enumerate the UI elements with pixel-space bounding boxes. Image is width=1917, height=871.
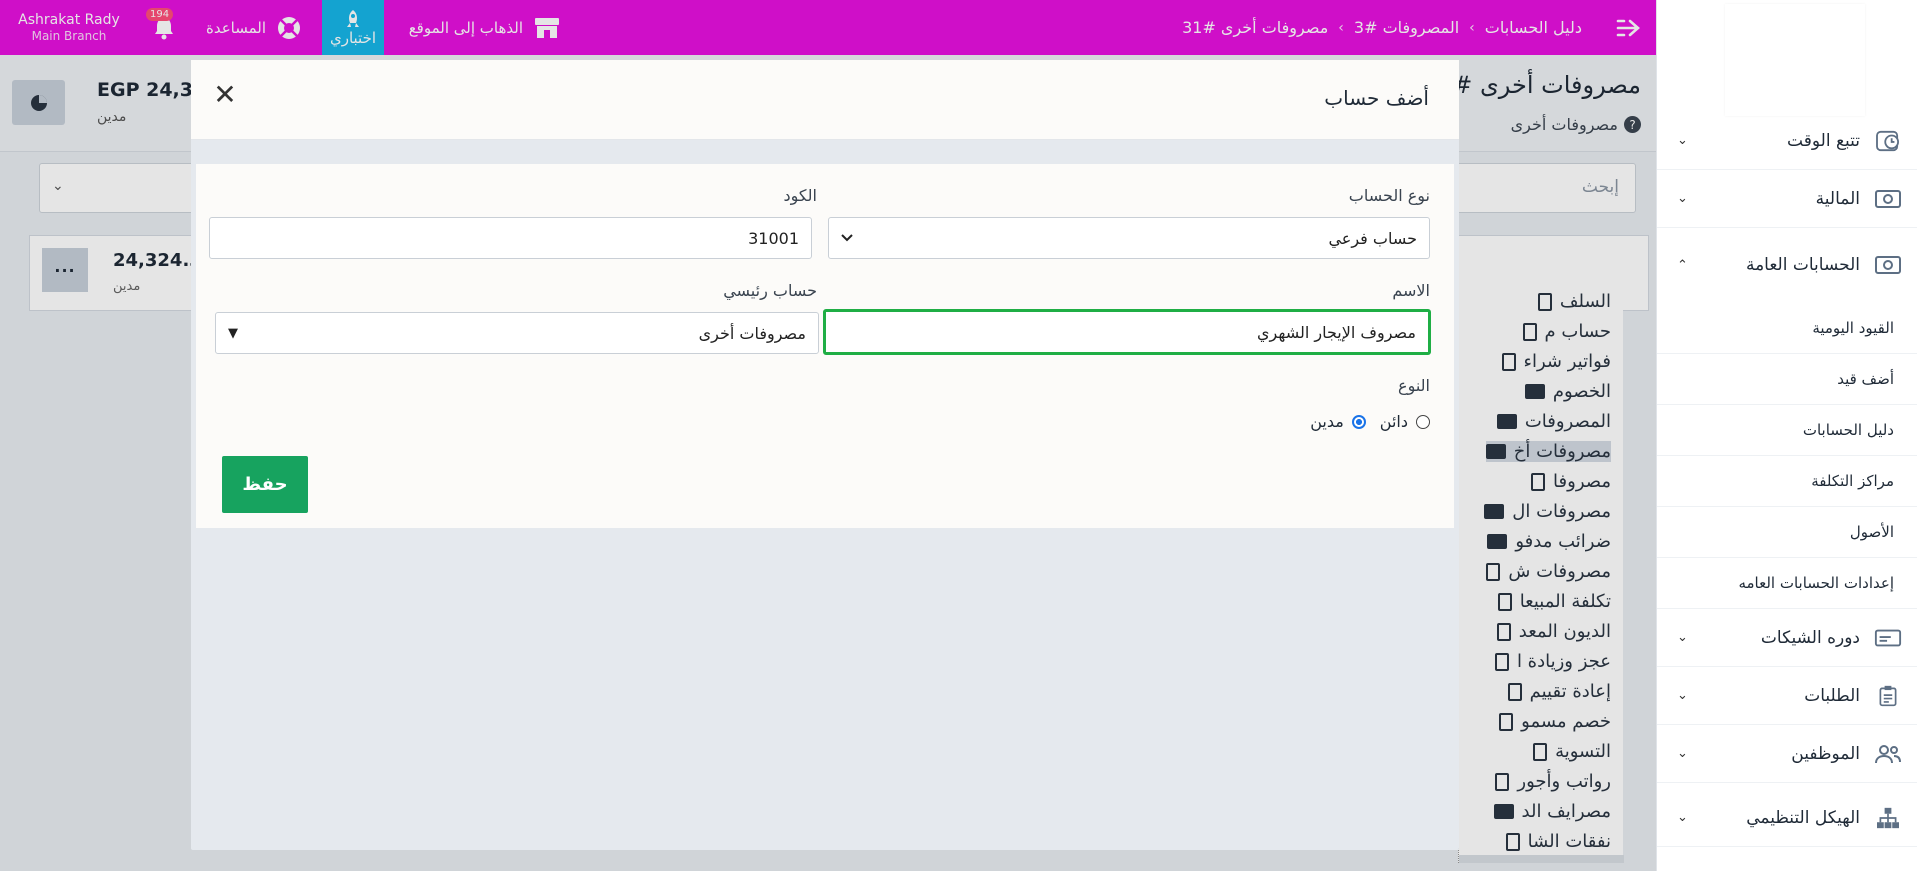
sidebar-subitem-assets[interactable]: الأصول — [1657, 507, 1917, 558]
parent-account-select[interactable]: مصروفات أخرى ▼ — [215, 312, 819, 354]
sidebar-item-requests[interactable]: الطلبات ⌄ — [1657, 667, 1917, 725]
company-logo[interactable] — [1725, 4, 1865, 116]
kind-label: النوع — [1398, 376, 1430, 395]
sidebar-subitem-accounts-settings[interactable]: إعدادات الحسابات العامه — [1657, 558, 1917, 609]
sidebar-item-finance[interactable]: المالية ⌄ — [1657, 170, 1917, 228]
name-field[interactable] — [823, 309, 1431, 355]
sidebar-subitem-cost-centers[interactable]: مراكز التكلفة — [1657, 456, 1917, 507]
account-type-label: نوع الحساب — [1348, 186, 1430, 205]
sidebar-item-label: المالية — [1815, 188, 1860, 209]
users-icon — [1875, 744, 1901, 763]
chevron-down-icon: ⌄ — [1677, 746, 1688, 761]
sidebar: تتبع الوقت ⌄ المالية ⌄ الحسابات العامة ⌃… — [1656, 0, 1917, 871]
chevron-up-icon: ⌃ — [1677, 257, 1688, 273]
chevron-down-icon: ⌄ — [1677, 133, 1688, 148]
credit-radio-option[interactable]: دائن — [1380, 412, 1430, 431]
code-field[interactable] — [209, 217, 812, 259]
name-label: الاسم — [1392, 281, 1430, 300]
clock-icon — [1876, 130, 1899, 151]
sidebar-item-label: الحسابات العامة — [1745, 255, 1860, 275]
add-account-modal: أضف حساب ✕ نوع الحساب حساب فرعي الكود ال… — [191, 60, 1459, 850]
money-icon — [1875, 189, 1901, 208]
account-type-value: حساب فرعي — [1328, 228, 1417, 248]
close-icon: ✕ — [213, 78, 237, 110]
parent-account-value: مصروفات أخرى — [698, 323, 806, 343]
sidebar-subitem-chart-of-accounts[interactable]: دليل الحسابات — [1657, 405, 1917, 456]
clipboard-icon — [1879, 685, 1897, 706]
chevron-down-icon: ⌄ — [1677, 630, 1688, 645]
sidebar-item-org-structure[interactable]: الهيكل التنظيمي ⌄ — [1657, 789, 1917, 847]
credit-radio[interactable] — [1416, 414, 1430, 429]
chevron-down-icon — [841, 234, 853, 242]
sidebar-item-time-tracking[interactable]: تتبع الوقت ⌄ — [1657, 112, 1917, 170]
code-label: الكود — [783, 186, 817, 205]
credit-radio-label: دائن — [1379, 412, 1408, 431]
sidebar-item-label: الهيكل التنظيمي — [1746, 807, 1860, 828]
sidebar-item-cheques-cycle[interactable]: دوره الشيكات ⌄ — [1657, 609, 1917, 667]
sidebar-item-label: الطلبات — [1804, 685, 1860, 706]
sidebar-subitem-journal-entries[interactable]: القيود اليومية — [1657, 303, 1917, 354]
sidebar-item-general-accounts[interactable]: الحسابات العامة ⌃ — [1657, 236, 1917, 294]
money-icon — [1875, 256, 1901, 274]
org-chart-icon — [1877, 807, 1899, 828]
debit-radio[interactable] — [1351, 414, 1366, 429]
chevron-down-icon: ⌄ — [1677, 810, 1688, 825]
caret-down-icon: ▼ — [228, 325, 238, 341]
chevron-down-icon: ⌄ — [1677, 191, 1688, 206]
account-type-select[interactable]: حساب فرعي — [828, 217, 1430, 259]
modal-header: أضف حساب ✕ — [191, 60, 1459, 140]
debit-radio-option[interactable]: مدين — [1310, 412, 1366, 431]
sidebar-item-label: دوره الشيكات — [1760, 627, 1860, 648]
modal-title: أضف حساب — [1324, 86, 1429, 110]
debit-radio-label: مدين — [1310, 412, 1344, 431]
save-button[interactable]: حفظ — [222, 456, 308, 513]
modal-form: نوع الحساب حساب فرعي الكود الاسم حساب رئ… — [196, 164, 1454, 528]
kind-radio-group: دائن مدين — [1310, 412, 1430, 431]
sidebar-item-label: الموظفين — [1791, 743, 1860, 764]
chevron-down-icon: ⌄ — [1677, 688, 1688, 703]
sidebar-item-employees[interactable]: الموظفين ⌄ — [1657, 725, 1917, 783]
sidebar-item-label: تتبع الوقت — [1787, 130, 1860, 151]
close-button[interactable]: ✕ — [203, 72, 247, 116]
cheque-icon — [1874, 629, 1902, 646]
parent-account-label: حساب رئيسي — [723, 281, 817, 300]
sidebar-subitem-add-entry[interactable]: أضف قيد — [1657, 354, 1917, 405]
